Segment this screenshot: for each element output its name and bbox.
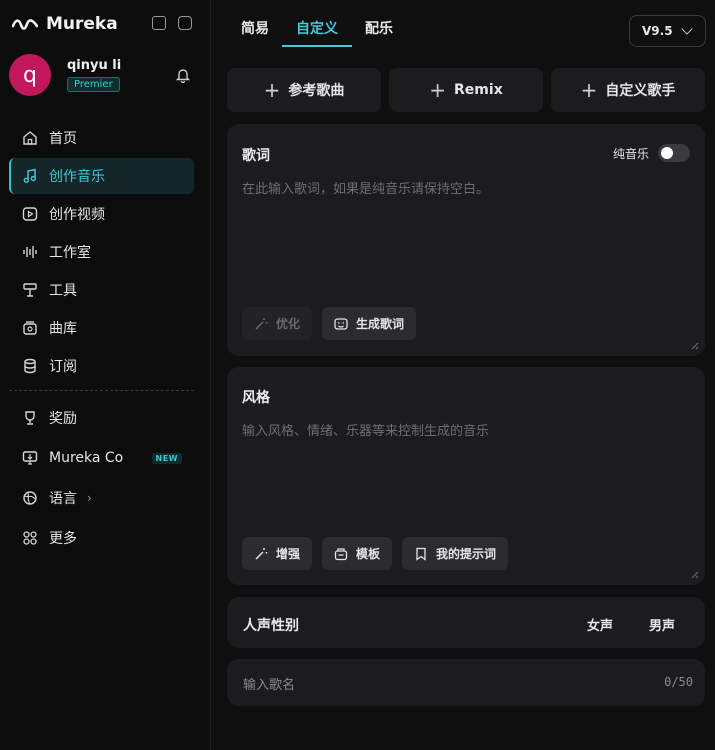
nav-item-create-music[interactable]: 创作音乐 (9, 158, 194, 194)
style-input[interactable]: 输入风格、情绪、乐器等来控制生成的音乐 (242, 420, 489, 439)
nav-label: 奖励 (49, 411, 77, 427)
trophy-icon (25, 411, 35, 425)
nav-label: 语言 (49, 491, 77, 507)
library-icon (23, 321, 37, 335)
main-content: 简易 自定义 配乐 V9.5 + 参考歌曲 + Remix + 自定义歌手 歌词… (211, 0, 715, 750)
female-voice-option[interactable]: 女声 (587, 615, 613, 634)
nav-item-mureka-co[interactable]: Mureka Co NEW (9, 439, 194, 477)
bookmark-icon (416, 547, 426, 561)
version-value: V9.5 (642, 24, 673, 38)
tab-simple[interactable]: 简易 (241, 18, 269, 46)
nav-item-create-video[interactable]: 创作视频 (9, 196, 194, 232)
instrumental-toggle-wrap[interactable]: 纯音乐 (613, 144, 690, 162)
my-prompts-button[interactable]: 我的提示词 (402, 537, 509, 570)
new-badge: NEW (151, 453, 182, 464)
globe-icon (23, 491, 37, 505)
nav-label: 更多 (49, 531, 77, 547)
plus-icon: + (263, 78, 281, 102)
style-title: 风格 (242, 390, 270, 406)
button-label: 模板 (356, 547, 381, 561)
user-profile[interactable]: q qinyu li Premier (9, 54, 121, 96)
nav-item-more[interactable]: 更多 (9, 519, 194, 557)
avatar[interactable]: q (9, 54, 51, 96)
resize-handle-icon[interactable] (689, 569, 699, 579)
database-icon (24, 358, 36, 374)
custom-singer-button[interactable]: + 自定义歌手 (551, 68, 705, 112)
tab-custom[interactable]: 自定义 (282, 18, 352, 47)
optimize-button[interactable]: 优化 (242, 307, 313, 340)
button-label: 生成歌词 (356, 317, 405, 331)
nav-item-studio[interactable]: 工作室 (9, 234, 194, 270)
bell-icon[interactable] (176, 67, 190, 83)
lyrics-title: 歌词 (242, 148, 270, 164)
plan-badge: Premier (67, 77, 120, 92)
button-label: 优化 (276, 317, 301, 331)
user-name: qinyu li (67, 58, 122, 73)
nav-label: 订阅 (49, 359, 77, 375)
tab-soundtrack[interactable]: 配乐 (365, 18, 393, 46)
nav-item-language[interactable]: 语言 › (9, 479, 194, 517)
sidebar-toggle-icon[interactable] (178, 16, 192, 30)
music-note-icon (23, 168, 37, 184)
enhance-button[interactable]: 增强 (242, 537, 313, 570)
nav-label: 工具 (49, 283, 77, 299)
button-label: Remix (454, 82, 503, 98)
voice-gender-label: 人声性别 (243, 618, 299, 634)
button-label: 我的提示词 (436, 547, 497, 561)
plus-icon: + (429, 78, 447, 102)
template-button[interactable]: 模板 (322, 537, 393, 570)
nav-label: Mureka Co (49, 450, 124, 466)
nav-label: 创作音乐 (49, 169, 105, 185)
monitor-icon (22, 451, 38, 465)
chevron-down-icon (681, 23, 693, 35)
video-icon (22, 207, 38, 221)
plus-icon: + (580, 78, 598, 102)
magic-wand-icon (255, 317, 268, 330)
nav-item-subscription[interactable]: 订阅 (9, 348, 194, 384)
tool-icon (23, 283, 37, 297)
home-icon (23, 131, 37, 145)
grid-icon (23, 531, 37, 545)
male-voice-option[interactable]: 男声 (649, 615, 675, 634)
style-panel: 风格 输入风格、情绪、乐器等来控制生成的音乐 增强 模板 我的提示词 (227, 367, 705, 585)
quick-actions: + 参考歌曲 + Remix + 自定义歌手 (227, 68, 705, 112)
main-nav: 首页 创作音乐 创作视频 工作室 工具 曲库 订阅 奖励 Mureka Co N… (9, 120, 194, 559)
nav-label: 创作视频 (49, 207, 105, 223)
nav-label: 曲库 (49, 321, 77, 337)
lyrics-input[interactable]: 在此输入歌词，如果是纯音乐请保持空白。 (242, 178, 489, 197)
instrumental-label: 纯音乐 (612, 146, 649, 161)
mureka-logo-icon (12, 19, 38, 30)
waveform-icon (23, 246, 37, 258)
lyrics-panel: 歌词 纯音乐 在此输入歌词，如果是纯音乐请保持空白。 优化 生成歌词 (227, 124, 705, 356)
nav-label: 工作室 (49, 245, 91, 261)
resize-handle-icon[interactable] (689, 340, 699, 350)
ai-icon (334, 317, 348, 330)
reference-song-button[interactable]: + 参考歌曲 (227, 68, 381, 112)
button-label: 自定义歌手 (605, 83, 676, 99)
song-name-input[interactable]: 输入歌名 (243, 674, 295, 693)
voice-gender-panel: 人声性别 女声 男声 (227, 597, 705, 648)
nav-item-library[interactable]: 曲库 (9, 310, 194, 346)
generate-lyrics-button[interactable]: 生成歌词 (322, 307, 417, 340)
button-label: 参考歌曲 (288, 83, 345, 99)
chevron-right-icon: › (87, 491, 92, 505)
brand[interactable]: Mureka (12, 12, 118, 36)
remix-button[interactable]: + Remix (389, 68, 543, 112)
nav-item-home[interactable]: 首页 (9, 120, 194, 156)
nav-item-tools[interactable]: 工具 (9, 272, 194, 308)
nav-item-rewards[interactable]: 奖励 (9, 399, 194, 437)
sidebar: Mureka q qinyu li Premier 首页 创作音乐 创作视频 工… (0, 0, 211, 750)
char-counter: 0/50 (664, 675, 693, 689)
instrumental-toggle[interactable] (658, 144, 690, 162)
nav-label: 首页 (49, 131, 77, 147)
magic-wand-icon (255, 547, 268, 560)
template-icon (334, 547, 348, 560)
brand-name: Mureka (46, 14, 118, 34)
mode-tabs: 简易 自定义 配乐 (241, 18, 420, 47)
song-name-field[interactable]: 输入歌名 0/50 (227, 659, 705, 706)
book-icon[interactable] (152, 16, 166, 30)
nav-divider (9, 390, 194, 391)
version-select[interactable]: V9.5 (629, 15, 706, 47)
button-label: 增强 (276, 547, 301, 561)
